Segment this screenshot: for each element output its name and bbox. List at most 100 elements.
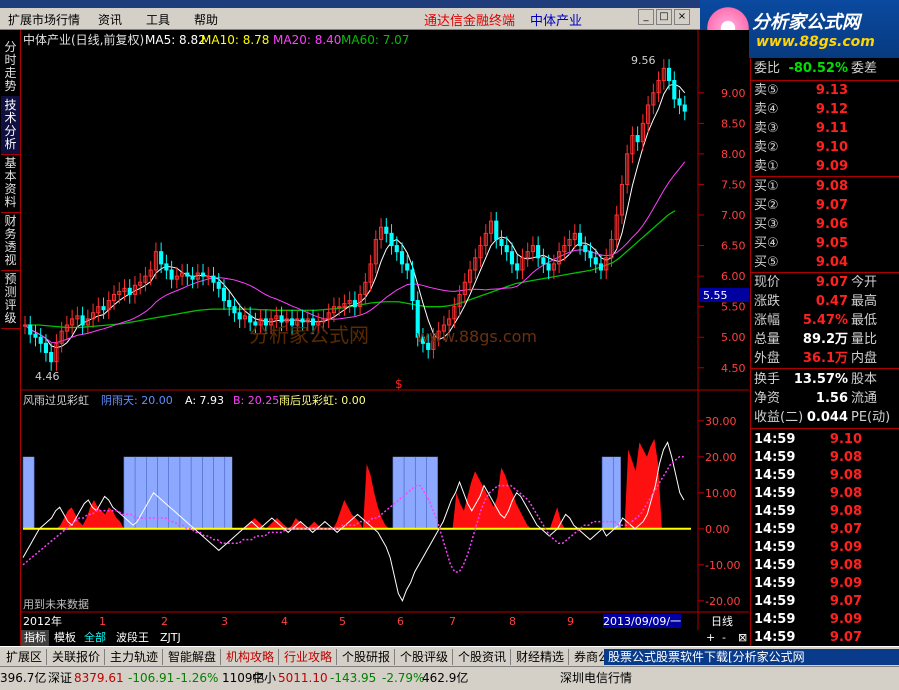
tab-financial[interactable]: 财务透视 xyxy=(1,212,20,271)
candle-body xyxy=(237,312,242,320)
ask-row: 卖④ 9.12 xyxy=(751,101,899,119)
function-button[interactable]: 关联报价 xyxy=(48,649,106,665)
row-value: 36.1万 xyxy=(802,351,848,366)
tick-price: 9.09 xyxy=(829,540,862,555)
y-tick-label: 8.50 xyxy=(721,117,746,130)
menu-item-market[interactable]: 扩展市场行情 xyxy=(8,11,80,28)
row-label: 总量 xyxy=(754,332,781,347)
a-label: A: 7.93 xyxy=(185,394,224,407)
menu-item-news[interactable]: 资讯 xyxy=(98,11,122,28)
row-value: 9.09 xyxy=(815,159,848,174)
function-button[interactable]: 财经精选 xyxy=(512,649,570,665)
candle-body xyxy=(206,275,211,278)
candle-body xyxy=(635,135,640,143)
function-button[interactable]: 个股研报 xyxy=(338,649,396,665)
ind-tick-label: 30.00 xyxy=(705,415,737,428)
row-label: 卖④ xyxy=(754,102,779,117)
watermark-url: www.88gs.com xyxy=(416,327,537,346)
ma10-label: MA10: 8.78 xyxy=(201,33,269,47)
tab-template[interactable]: 模板 xyxy=(51,630,79,646)
ask-row: 卖③ 9.11 xyxy=(751,120,899,138)
tick-price: 9.07 xyxy=(829,594,862,609)
candle-body xyxy=(80,315,85,326)
tick-time: 14:59 xyxy=(754,522,796,537)
tick-row: 14:59 9.09 xyxy=(751,611,899,629)
function-button[interactable]: 主力轨迹 xyxy=(106,649,164,665)
tab-technical[interactable]: 技术分析 xyxy=(1,96,20,155)
candle-body xyxy=(164,263,169,271)
promo-stock-name[interactable]: 中体产业 xyxy=(530,10,582,29)
zoom-out-button[interactable]: - xyxy=(719,630,729,646)
row-label2: 流通 xyxy=(851,391,878,406)
restore-button[interactable]: □ xyxy=(656,9,672,25)
chart-area[interactable]: 中体产业(日线,前复权) MA5: 8.82 MA10: 8.78 MA20: … xyxy=(21,30,749,646)
candle-body xyxy=(248,315,253,323)
candle-body xyxy=(546,263,551,271)
tab-basic-info[interactable]: 基本资料 xyxy=(1,154,20,213)
bid-row: 买④ 9.05 xyxy=(751,235,899,253)
ind-tick-label: 10.00 xyxy=(705,487,737,500)
candle-body xyxy=(227,300,232,308)
tab-zjtj[interactable]: ZJTJ xyxy=(157,630,184,646)
rainbow-label: 雨后见彩虹: 0.00 xyxy=(279,394,366,407)
candle-body xyxy=(352,300,357,308)
candle-body xyxy=(410,269,415,302)
x-label: 8 xyxy=(509,615,516,628)
tab-indicator[interactable]: 指标 xyxy=(21,630,49,646)
szzs-pct: -1.26% xyxy=(176,671,219,685)
candle-body xyxy=(515,263,520,271)
server-status[interactable]: 深圳电信行情 xyxy=(560,670,632,686)
candle-body xyxy=(536,245,541,259)
x-label: 7 xyxy=(449,615,456,628)
szzs-label[interactable]: 深证 xyxy=(48,670,72,686)
tick-row: 14:59 9.07 xyxy=(751,521,899,539)
row-value: 9.06 xyxy=(815,217,848,232)
promo-terminal[interactable]: 通达信金融终端 xyxy=(424,10,515,29)
tick-price: 9.08 xyxy=(829,486,862,501)
function-button[interactable]: 扩展区 xyxy=(2,649,48,665)
function-button[interactable]: 机构攻略 xyxy=(222,649,280,665)
candle-body xyxy=(190,275,195,280)
close-button[interactable]: × xyxy=(674,9,690,25)
row-label: 卖② xyxy=(754,140,779,155)
zx-label[interactable]: 中小 xyxy=(252,670,276,686)
x-label: 5 xyxy=(339,615,346,628)
menu-item-help[interactable]: 帮助 xyxy=(194,11,218,28)
x-label: 6 xyxy=(397,615,404,628)
indicator-tab-bar: 指标 模板 全部 波段王 ZJTJ + - ⊠ xyxy=(21,630,749,646)
row-value: 9.07 xyxy=(815,198,848,213)
stat-row: 现价 9.07 今开 xyxy=(751,274,899,292)
y-tick-label: 6.50 xyxy=(721,240,746,253)
szzs-change: -106.91 xyxy=(128,671,175,685)
menu-item-tools[interactable]: 工具 xyxy=(146,11,170,28)
function-button[interactable]: 行业攻略 xyxy=(280,649,338,665)
tab-rating[interactable]: 预测评级 xyxy=(1,270,20,329)
row-label: 买② xyxy=(754,198,779,213)
tab-time-share[interactable]: 分时走势 xyxy=(1,38,20,97)
candle-body xyxy=(504,245,509,253)
candle-body xyxy=(49,352,54,363)
tick-time: 14:59 xyxy=(754,432,796,447)
tab-all[interactable]: 全部 xyxy=(81,630,109,646)
candle-body xyxy=(541,257,546,265)
stat2-row: 净资 1.56 流通 xyxy=(751,390,899,408)
candle-body xyxy=(682,104,687,112)
zoom-in-button[interactable]: + xyxy=(703,630,718,646)
row-value: 0.044 xyxy=(806,410,848,425)
function-button[interactable]: 智能解盘 xyxy=(164,649,222,665)
tick-time: 14:59 xyxy=(754,630,796,645)
function-button[interactable]: 个股评级 xyxy=(396,649,454,665)
tab-wave-king[interactable]: 波段王 xyxy=(113,630,152,646)
settings-icon[interactable]: ⊠ xyxy=(735,630,750,646)
kline-chart[interactable]: 中体产业(日线,前复权) MA5: 8.82 MA10: 8.78 MA20: … xyxy=(21,30,749,630)
ad-banner[interactable]: 股票公式股票软件下载[分析家公式网www.88gs.com] xyxy=(604,649,899,680)
y-tick-label: 5.50 xyxy=(721,301,746,314)
row-value: 9.05 xyxy=(815,236,848,251)
candle-body xyxy=(33,333,38,338)
row-label: 净资 xyxy=(754,391,781,406)
function-button[interactable]: 个股资讯 xyxy=(454,649,512,665)
future-data-note: 用到未来数据 xyxy=(23,597,89,611)
minimize-button[interactable]: _ xyxy=(638,9,654,25)
row-label2: 股本 xyxy=(851,372,878,387)
tick-row: 14:59 9.08 xyxy=(751,557,899,575)
